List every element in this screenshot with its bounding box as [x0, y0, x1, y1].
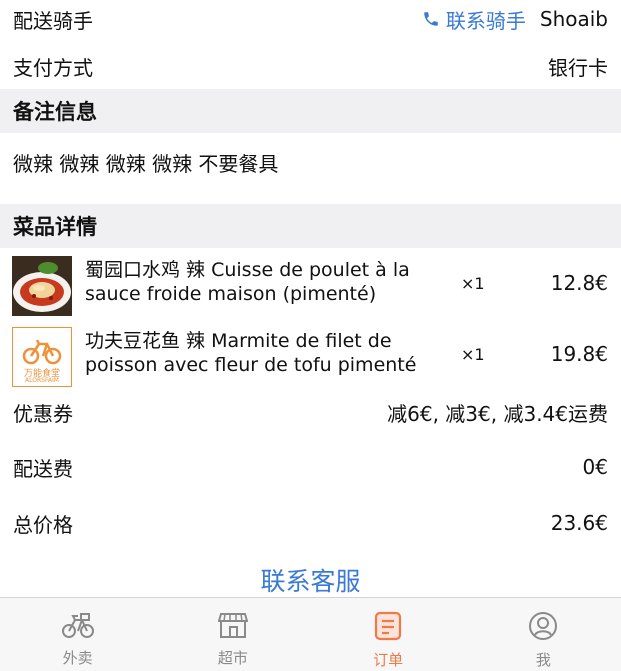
dish-price: 19.8€: [550, 342, 608, 366]
tab-orders-label: 订单: [373, 651, 404, 669]
store-icon: [217, 613, 248, 638]
remarks-text: 微辣 微辣 微辣 微辣 不要餐具: [13, 152, 279, 176]
contact-customer-service-button[interactable]: 联系客服: [0, 562, 621, 598]
dish-name: 蜀园口水鸡 辣 Cuisse de poulet à la sauce froi…: [85, 259, 410, 305]
dish-item: 万能食堂 ALORSFAIM 功夫豆花鱼 辣 Marmite de filet …: [0, 327, 621, 389]
tab-takeout-label: 外卖: [62, 649, 93, 667]
profile-icon: [529, 612, 558, 640]
dishes-section-header: 菜品详情: [0, 204, 621, 248]
tab-supermarket-label: 超市: [217, 649, 248, 667]
payment-label: 支付方式: [13, 55, 93, 80]
contact-rider-button[interactable]: 联系骑手: [422, 5, 526, 34]
total-value: 23.6€: [550, 511, 608, 535]
rider-name: Shoaib: [539, 7, 608, 31]
restaurant-logo-subtext: ALORSFAIM: [25, 377, 59, 384]
total-label: 总价格: [13, 512, 73, 537]
remarks-header: 备注信息: [13, 100, 97, 124]
delivery-fee-label: 配送费: [13, 456, 73, 481]
delivery-fee-value: 0€: [582, 455, 608, 479]
remarks-section-header: 备注信息: [0, 89, 621, 133]
rider-contact: 联系骑手 Shoaib: [422, 5, 608, 34]
tab-profile-label: 我: [535, 651, 551, 669]
dish-price: 12.8€: [550, 271, 608, 295]
chicken-dish-photo: [12, 256, 72, 316]
tab-profile[interactable]: 我: [466, 598, 621, 671]
total-row: 总价格 23.6€: [0, 503, 621, 543]
payment-row: 支付方式 银行卡: [0, 46, 621, 86]
rider-row: 配送骑手 联系骑手 Shoaib: [0, 0, 621, 38]
phone-icon: [424, 12, 438, 26]
restaurant-logo: 万能食堂 ALORSFAIM: [12, 327, 72, 387]
bottom-tab-bar: 外卖 超市 订单 我: [0, 597, 621, 671]
contact-rider-label: 联系骑手: [445, 8, 526, 33]
order-icon: [375, 611, 402, 641]
dishes-header: 菜品详情: [13, 215, 97, 239]
coupon-row: 优惠券 减6€, 减3€, 减3.4€运费: [0, 392, 621, 432]
dish-name: 功夫豆花鱼 辣 Marmite de filet de poisson avec…: [85, 330, 417, 376]
dish-item: 蜀园口水鸡 辣 Cuisse de poulet à la sauce froi…: [0, 256, 621, 318]
tab-supermarket[interactable]: 超市: [155, 598, 310, 671]
bike-icon: [61, 613, 94, 638]
dish-quantity: ×1: [461, 274, 485, 293]
tab-orders[interactable]: 订单: [311, 598, 466, 671]
coupon-label: 优惠券: [13, 401, 73, 426]
dish-quantity: ×1: [461, 345, 485, 364]
delivery-fee-row: 配送费 0€: [0, 447, 621, 487]
coupon-value: 减6€, 减3€, 减3.4€运费: [387, 401, 608, 426]
rider-label: 配送骑手: [13, 8, 93, 33]
tab-takeout[interactable]: 外卖: [0, 598, 155, 671]
payment-value: 银行卡: [548, 55, 608, 80]
